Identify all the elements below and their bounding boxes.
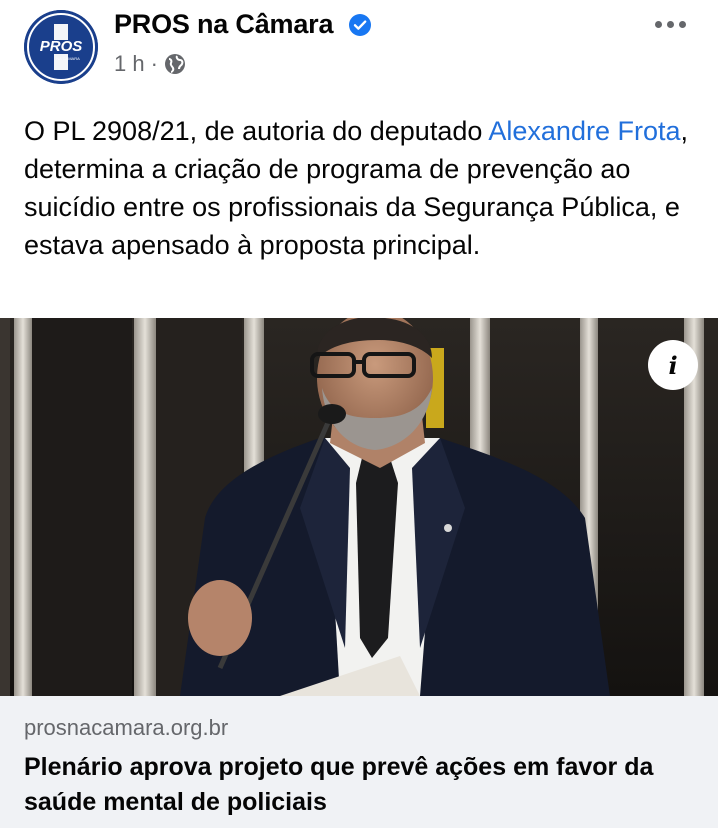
pros-logo: PROS NA CÂMARA bbox=[24, 10, 98, 84]
link-preview[interactable]: prosnacamara.org.br Plenário aprova proj… bbox=[0, 696, 718, 828]
meta-separator: · bbox=[150, 51, 158, 76]
photo-illustration bbox=[0, 318, 718, 696]
more-dot bbox=[678, 20, 686, 28]
post-time[interactable]: 1 h bbox=[114, 51, 145, 77]
mention-link[interactable]: Alexandre Frota bbox=[488, 116, 680, 146]
link-title[interactable]: Plenário aprova projeto que prevê ações … bbox=[24, 750, 704, 820]
page-name[interactable]: PROS na Câmara bbox=[114, 9, 333, 40]
avatar-text: PROS bbox=[40, 38, 83, 55]
avatar-subtext: NA CÂMARA bbox=[56, 56, 80, 61]
post-text-start: O PL 2908/21, de autoria do deputado bbox=[24, 116, 489, 146]
page-avatar[interactable]: PROS NA CÂMARA bbox=[24, 10, 98, 84]
more-options-button[interactable] bbox=[650, 10, 690, 38]
verified-badge-icon bbox=[349, 14, 371, 36]
info-button[interactable]: i bbox=[648, 340, 698, 390]
post-header: PROS NA CÂMARA PROS na Câmara 1 h · bbox=[0, 0, 718, 100]
more-dot bbox=[654, 20, 662, 28]
post-text: O PL 2908/21, de autoria do deputado Ale… bbox=[24, 112, 694, 264]
more-dot bbox=[666, 20, 674, 28]
link-domain: prosnacamara.org.br bbox=[24, 715, 229, 740]
post-photo[interactable]: i bbox=[0, 318, 718, 696]
post-meta: 1 h · bbox=[114, 51, 186, 77]
globe-icon bbox=[164, 54, 185, 74]
